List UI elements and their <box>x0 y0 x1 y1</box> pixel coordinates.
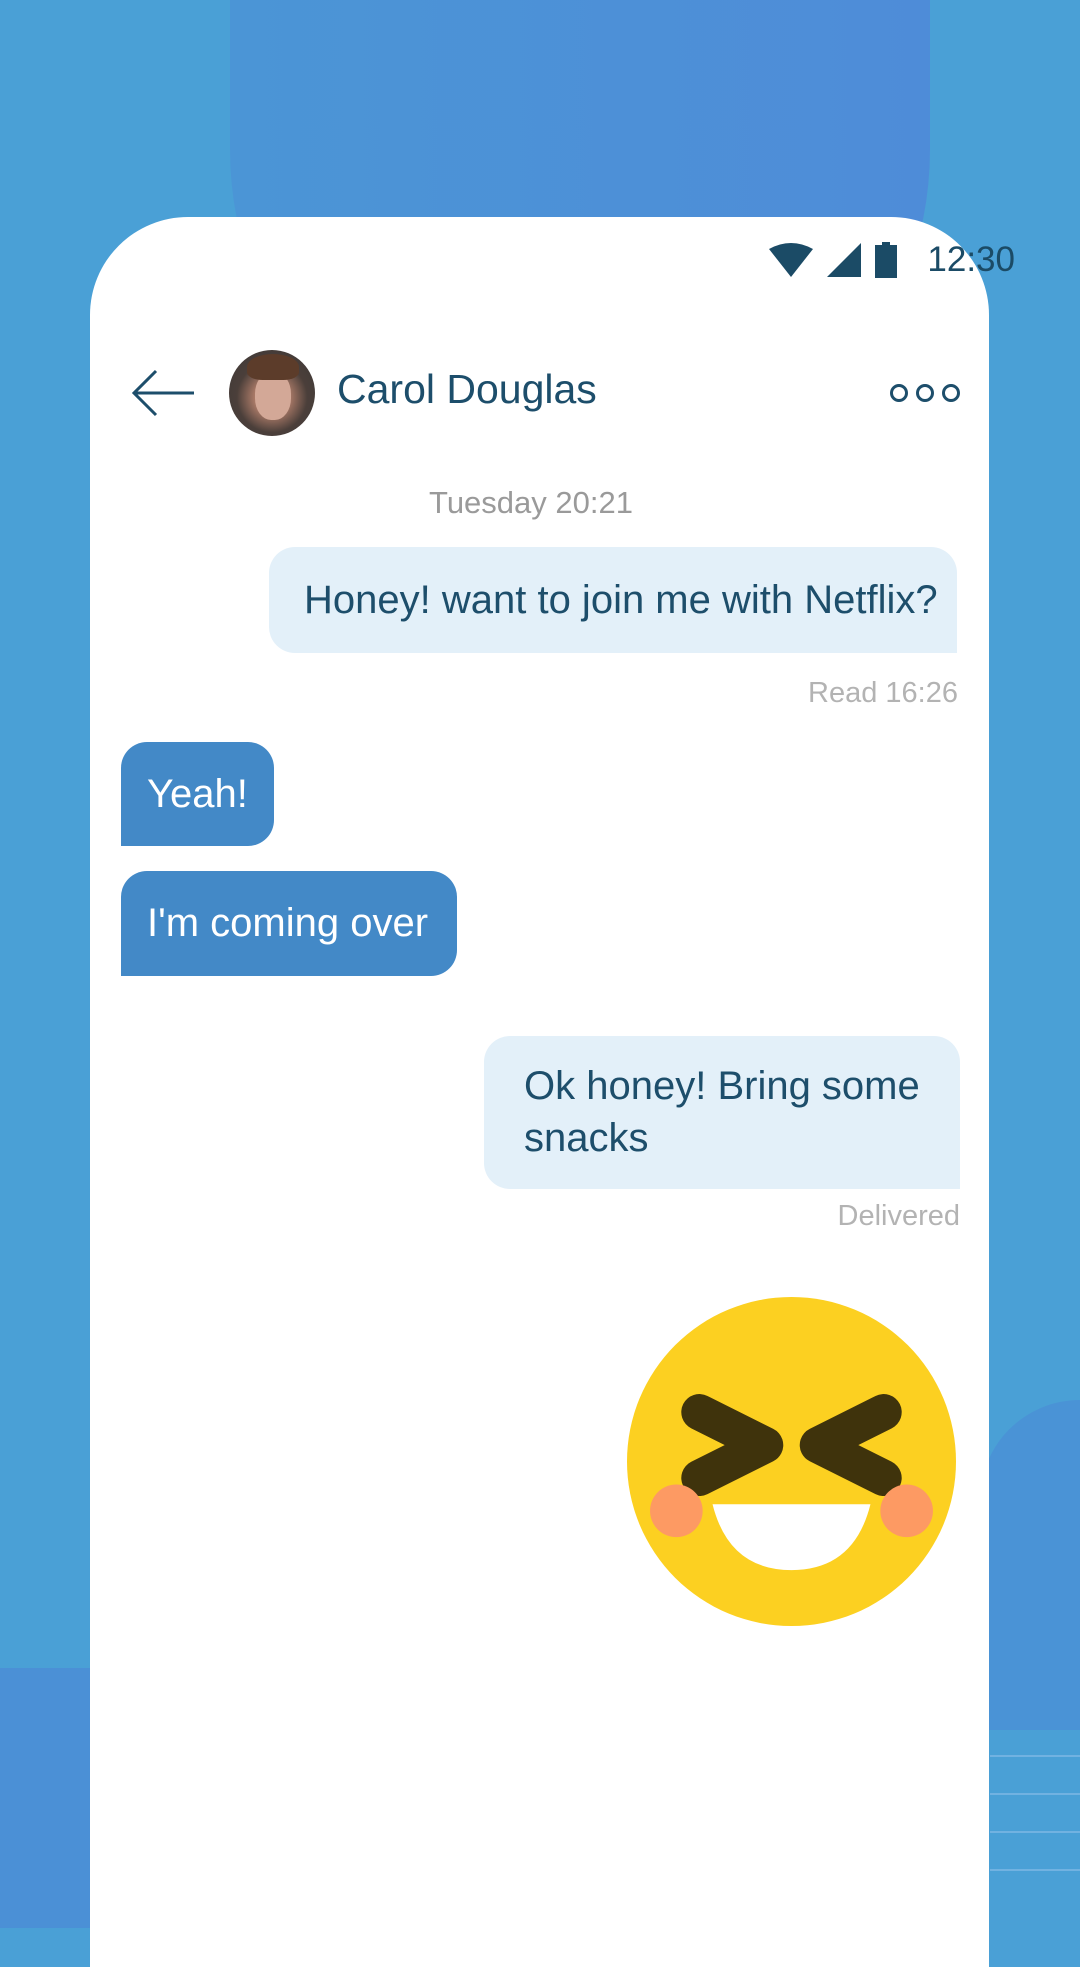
contact-name[interactable]: Carol Douglas <box>337 366 597 413</box>
message-bubble-outgoing[interactable]: Honey! want to join me with Netflix? <box>269 547 957 653</box>
laughing-face-emoji-icon[interactable] <box>627 1297 956 1626</box>
message-text: I'm coming over <box>147 901 429 945</box>
message-bubble-incoming[interactable]: Yeah! <box>121 742 274 846</box>
message-text: Ok honey! Bring some snacks <box>524 1064 920 1160</box>
more-options-icon[interactable] <box>890 384 960 402</box>
decorative-lines <box>990 1755 1080 1907</box>
battery-icon <box>875 242 898 278</box>
conversation-timestamp: Tuesday 20:21 <box>429 485 633 520</box>
chat-header: Carol Douglas <box>0 350 1080 436</box>
delivery-status: Delivered <box>837 1200 961 1232</box>
wifi-icon <box>769 243 814 277</box>
back-arrow-icon[interactable] <box>130 369 196 417</box>
avatar[interactable] <box>229 350 315 436</box>
clock: 12:30 <box>927 240 1015 279</box>
message-bubble-incoming[interactable]: I'm coming over <box>121 871 457 976</box>
message-text: Honey! want to join me with Netflix? <box>304 578 938 622</box>
cellular-signal-icon <box>827 243 862 277</box>
background-shape <box>980 1400 1080 1730</box>
read-receipt: Read 16:26 <box>808 677 958 709</box>
message-bubble-outgoing[interactable]: Ok honey! Bring some snacks <box>484 1036 960 1189</box>
message-text: Yeah! <box>147 772 248 816</box>
status-bar: 12:30 <box>769 240 1015 280</box>
